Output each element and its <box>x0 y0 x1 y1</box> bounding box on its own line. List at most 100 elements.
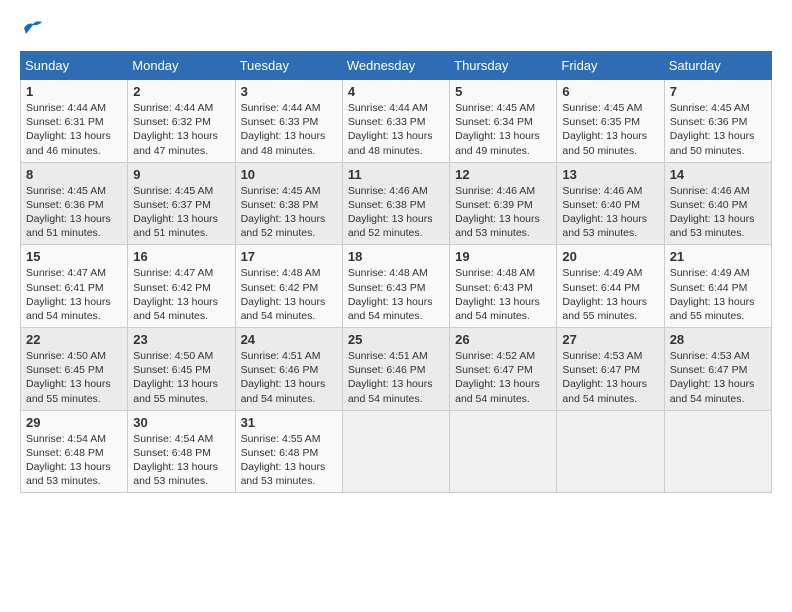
calendar-cell: 5 Sunrise: 4:45 AMSunset: 6:34 PMDayligh… <box>450 80 557 163</box>
day-info: Sunrise: 4:46 AMSunset: 6:39 PMDaylight:… <box>455 185 540 240</box>
day-number: 25 <box>348 332 444 347</box>
day-number: 14 <box>670 167 766 182</box>
calendar-cell: 6 Sunrise: 4:45 AMSunset: 6:35 PMDayligh… <box>557 80 664 163</box>
day-number: 19 <box>455 249 551 264</box>
calendar-cell: 29 Sunrise: 4:54 AMSunset: 6:48 PMDaylig… <box>21 410 128 493</box>
day-info: Sunrise: 4:46 AMSunset: 6:40 PMDaylight:… <box>562 185 647 240</box>
day-number: 27 <box>562 332 658 347</box>
calendar-cell: 10 Sunrise: 4:45 AMSunset: 6:38 PMDaylig… <box>235 162 342 245</box>
day-info: Sunrise: 4:48 AMSunset: 6:43 PMDaylight:… <box>455 267 540 322</box>
col-friday: Friday <box>557 52 664 80</box>
calendar-cell <box>450 410 557 493</box>
day-info: Sunrise: 4:48 AMSunset: 6:42 PMDaylight:… <box>241 267 326 322</box>
day-info: Sunrise: 4:53 AMSunset: 6:47 PMDaylight:… <box>562 350 647 405</box>
day-info: Sunrise: 4:46 AMSunset: 6:38 PMDaylight:… <box>348 185 433 240</box>
day-number: 24 <box>241 332 337 347</box>
day-info: Sunrise: 4:53 AMSunset: 6:47 PMDaylight:… <box>670 350 755 405</box>
day-info: Sunrise: 4:44 AMSunset: 6:33 PMDaylight:… <box>241 102 326 157</box>
day-number: 29 <box>26 415 122 430</box>
day-info: Sunrise: 4:50 AMSunset: 6:45 PMDaylight:… <box>133 350 218 405</box>
day-info: Sunrise: 4:47 AMSunset: 6:41 PMDaylight:… <box>26 267 111 322</box>
col-sunday: Sunday <box>21 52 128 80</box>
col-monday: Monday <box>128 52 235 80</box>
calendar-cell <box>342 410 449 493</box>
calendar-cell: 20 Sunrise: 4:49 AMSunset: 6:44 PMDaylig… <box>557 245 664 328</box>
day-info: Sunrise: 4:49 AMSunset: 6:44 PMDaylight:… <box>562 267 647 322</box>
calendar-cell: 21 Sunrise: 4:49 AMSunset: 6:44 PMDaylig… <box>664 245 771 328</box>
day-number: 15 <box>26 249 122 264</box>
day-number: 10 <box>241 167 337 182</box>
day-info: Sunrise: 4:45 AMSunset: 6:38 PMDaylight:… <box>241 185 326 240</box>
day-number: 3 <box>241 84 337 99</box>
calendar-cell: 13 Sunrise: 4:46 AMSunset: 6:40 PMDaylig… <box>557 162 664 245</box>
calendar-cell: 1 Sunrise: 4:44 AMSunset: 6:31 PMDayligh… <box>21 80 128 163</box>
day-info: Sunrise: 4:44 AMSunset: 6:32 PMDaylight:… <box>133 102 218 157</box>
calendar-cell: 25 Sunrise: 4:51 AMSunset: 6:46 PMDaylig… <box>342 328 449 411</box>
col-wednesday: Wednesday <box>342 52 449 80</box>
calendar-week-row: 22 Sunrise: 4:50 AMSunset: 6:45 PMDaylig… <box>21 328 772 411</box>
day-number: 28 <box>670 332 766 347</box>
calendar-cell: 8 Sunrise: 4:45 AMSunset: 6:36 PMDayligh… <box>21 162 128 245</box>
day-number: 16 <box>133 249 229 264</box>
day-number: 9 <box>133 167 229 182</box>
calendar-cell: 19 Sunrise: 4:48 AMSunset: 6:43 PMDaylig… <box>450 245 557 328</box>
day-number: 12 <box>455 167 551 182</box>
day-info: Sunrise: 4:48 AMSunset: 6:43 PMDaylight:… <box>348 267 433 322</box>
day-number: 31 <box>241 415 337 430</box>
calendar-cell: 7 Sunrise: 4:45 AMSunset: 6:36 PMDayligh… <box>664 80 771 163</box>
day-number: 22 <box>26 332 122 347</box>
calendar-cell: 9 Sunrise: 4:45 AMSunset: 6:37 PMDayligh… <box>128 162 235 245</box>
calendar-cell: 17 Sunrise: 4:48 AMSunset: 6:42 PMDaylig… <box>235 245 342 328</box>
calendar-table: Sunday Monday Tuesday Wednesday Thursday… <box>20 51 772 493</box>
calendar-week-row: 1 Sunrise: 4:44 AMSunset: 6:31 PMDayligh… <box>21 80 772 163</box>
page-header <box>20 20 772 41</box>
day-number: 20 <box>562 249 658 264</box>
calendar-cell: 14 Sunrise: 4:46 AMSunset: 6:40 PMDaylig… <box>664 162 771 245</box>
day-info: Sunrise: 4:45 AMSunset: 6:36 PMDaylight:… <box>26 185 111 240</box>
day-info: Sunrise: 4:49 AMSunset: 6:44 PMDaylight:… <box>670 267 755 322</box>
day-number: 2 <box>133 84 229 99</box>
day-number: 13 <box>562 167 658 182</box>
calendar-cell: 31 Sunrise: 4:55 AMSunset: 6:48 PMDaylig… <box>235 410 342 493</box>
day-info: Sunrise: 4:47 AMSunset: 6:42 PMDaylight:… <box>133 267 218 322</box>
day-number: 1 <box>26 84 122 99</box>
calendar-week-row: 8 Sunrise: 4:45 AMSunset: 6:36 PMDayligh… <box>21 162 772 245</box>
day-number: 5 <box>455 84 551 99</box>
logo-bird-icon <box>22 20 44 36</box>
day-number: 18 <box>348 249 444 264</box>
calendar-cell: 30 Sunrise: 4:54 AMSunset: 6:48 PMDaylig… <box>128 410 235 493</box>
day-info: Sunrise: 4:45 AMSunset: 6:37 PMDaylight:… <box>133 185 218 240</box>
day-info: Sunrise: 4:46 AMSunset: 6:40 PMDaylight:… <box>670 185 755 240</box>
day-info: Sunrise: 4:54 AMSunset: 6:48 PMDaylight:… <box>133 433 218 488</box>
day-info: Sunrise: 4:50 AMSunset: 6:45 PMDaylight:… <box>26 350 111 405</box>
calendar-cell: 26 Sunrise: 4:52 AMSunset: 6:47 PMDaylig… <box>450 328 557 411</box>
day-number: 23 <box>133 332 229 347</box>
day-number: 6 <box>562 84 658 99</box>
day-number: 4 <box>348 84 444 99</box>
day-info: Sunrise: 4:44 AMSunset: 6:33 PMDaylight:… <box>348 102 433 157</box>
day-info: Sunrise: 4:51 AMSunset: 6:46 PMDaylight:… <box>348 350 433 405</box>
calendar-cell: 3 Sunrise: 4:44 AMSunset: 6:33 PMDayligh… <box>235 80 342 163</box>
calendar-cell: 24 Sunrise: 4:51 AMSunset: 6:46 PMDaylig… <box>235 328 342 411</box>
col-tuesday: Tuesday <box>235 52 342 80</box>
calendar-cell: 27 Sunrise: 4:53 AMSunset: 6:47 PMDaylig… <box>557 328 664 411</box>
calendar-week-row: 15 Sunrise: 4:47 AMSunset: 6:41 PMDaylig… <box>21 245 772 328</box>
day-info: Sunrise: 4:44 AMSunset: 6:31 PMDaylight:… <box>26 102 111 157</box>
calendar-cell: 4 Sunrise: 4:44 AMSunset: 6:33 PMDayligh… <box>342 80 449 163</box>
calendar-cell: 12 Sunrise: 4:46 AMSunset: 6:39 PMDaylig… <box>450 162 557 245</box>
calendar-cell <box>557 410 664 493</box>
day-info: Sunrise: 4:54 AMSunset: 6:48 PMDaylight:… <box>26 433 111 488</box>
calendar-cell <box>664 410 771 493</box>
day-info: Sunrise: 4:51 AMSunset: 6:46 PMDaylight:… <box>241 350 326 405</box>
day-number: 11 <box>348 167 444 182</box>
logo <box>20 20 44 41</box>
calendar-cell: 2 Sunrise: 4:44 AMSunset: 6:32 PMDayligh… <box>128 80 235 163</box>
day-info: Sunrise: 4:45 AMSunset: 6:36 PMDaylight:… <box>670 102 755 157</box>
day-number: 17 <box>241 249 337 264</box>
calendar-cell: 18 Sunrise: 4:48 AMSunset: 6:43 PMDaylig… <box>342 245 449 328</box>
calendar-cell: 28 Sunrise: 4:53 AMSunset: 6:47 PMDaylig… <box>664 328 771 411</box>
day-info: Sunrise: 4:45 AMSunset: 6:34 PMDaylight:… <box>455 102 540 157</box>
col-saturday: Saturday <box>664 52 771 80</box>
day-number: 8 <box>26 167 122 182</box>
day-info: Sunrise: 4:52 AMSunset: 6:47 PMDaylight:… <box>455 350 540 405</box>
